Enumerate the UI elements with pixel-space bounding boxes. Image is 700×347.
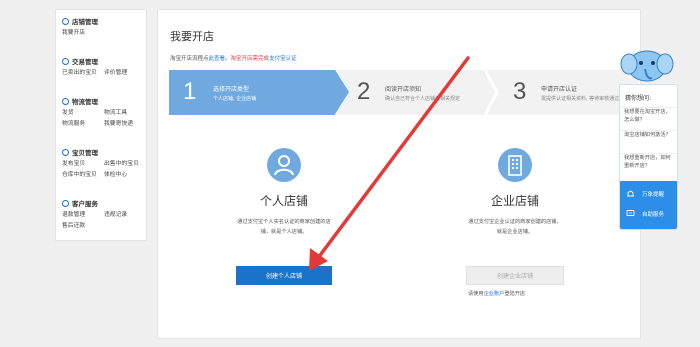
personal-shop-title: 个人店铺 xyxy=(259,194,308,208)
sidebar-link-violations[interactable]: 违规记录 xyxy=(104,209,146,218)
step-number: 3 xyxy=(513,78,527,105)
step-desc: 需提供认证相关资料, 等待审核通过 xyxy=(541,96,620,102)
sidebar-link-send-express[interactable]: 我要寄快递 xyxy=(104,118,146,127)
bell-icon xyxy=(627,190,634,197)
sidebar-group-shop: 店铺管理 我要开店 xyxy=(62,16,104,37)
step-1-active: 1 选择开店类型 个人店铺, 企业店铺 xyxy=(169,70,349,115)
sidebar-link-reviews[interactable]: 评价管理 xyxy=(104,67,146,76)
sidebar-group-items: 宝贝管理 发布宝贝 出售中的宝贝 仓库中的宝贝 体检中心 xyxy=(62,147,146,179)
faq-item[interactable]: 淘宝店铺如何激活？ xyxy=(620,130,677,139)
sidebar-group-logistics: 物流管理 发货 物流工具 物流服务 我要寄快递 xyxy=(62,96,146,128)
help-footer: 万象提醒 自助服务 xyxy=(620,181,677,229)
step-title: 阅读开店须知 xyxy=(385,86,422,93)
personal-shop-desc: 通过支付宝个人实名认证的商家创建的店铺，就是个人店铺。 xyxy=(237,219,331,235)
sidebar-group-title: 物流管理 xyxy=(72,98,98,106)
sidebar-link-ship[interactable]: 发货 xyxy=(62,107,104,116)
enterprise-shop-desc: 通过支付宝企业认证的商家创建的店铺，就是企业店铺。 xyxy=(468,219,562,235)
sidebar-link-publish-item[interactable]: 发布宝贝 xyxy=(62,158,104,167)
page-title: 我要开店 xyxy=(170,30,214,43)
notice-prefix: 淘宝开店流程点 xyxy=(170,56,209,62)
step-3: 3 申请开店认证 需提供认证相关资料, 等待审核通过 xyxy=(491,70,639,115)
self-service-button[interactable]: 自助服务 xyxy=(626,209,664,218)
step-title: 申请开店认证 xyxy=(541,86,578,93)
sidebar-nav: 店铺管理 我要开店 交易管理 已卖出的宝贝 评价管理 物流管理 发货 物流工具 物流… xyxy=(55,9,147,241)
reminder-label: 万象提醒 xyxy=(642,191,665,198)
sidebar-link-open-shop[interactable]: 我要开店 xyxy=(62,27,104,36)
enterprise-shop-card: 企业店铺 通过支付宝企业认证的商家创建的店铺，就是企业店铺。 xyxy=(465,148,565,237)
reminder-button[interactable]: 万象提醒 xyxy=(626,189,664,198)
enterprise-login-hint: 请使用企业账户登陆开店 xyxy=(468,290,525,297)
user-icon xyxy=(267,148,301,182)
faq-item[interactable]: 我想重新开店，如何重新开店？ xyxy=(620,153,677,170)
elephant-mascot-icon xyxy=(620,50,674,82)
self-service-label: 自助服务 xyxy=(642,211,665,218)
sidebar-group-title: 宝贝管理 xyxy=(72,149,98,157)
sidebar-link-checkup[interactable]: 体检中心 xyxy=(104,169,146,178)
step-title: 选择开店类型 xyxy=(213,86,250,93)
customer-service-icon xyxy=(62,199,69,207)
sidebar-link-warehouse[interactable]: 仓库中的宝贝 xyxy=(62,169,104,178)
help-heading: 猜你想问: xyxy=(625,95,652,102)
step-bar: 2 阅读开店须知 确认自己符合个人店铺的相关规定 3 申请开店认证 需提供认证相… xyxy=(169,70,639,115)
enterprise-account-link[interactable]: 企业账户 xyxy=(484,291,505,297)
truck-icon xyxy=(62,97,69,105)
sidebar-group-title: 交易管理 xyxy=(72,58,98,66)
hint-suffix: 登陆开店 xyxy=(504,291,526,297)
step-separator xyxy=(485,70,499,115)
notice-warning: 淘宝开店需完成 xyxy=(230,56,270,62)
sidebar-link-sold-items[interactable]: 已卖出的宝贝 xyxy=(62,67,104,76)
step-number: 2 xyxy=(357,78,371,105)
step-desc: 确认自己符合个人店铺的相关规定 xyxy=(385,96,461,102)
step-desc: 个人店铺, 企业店铺 xyxy=(213,96,257,102)
faq-item[interactable]: 我想要在淘宝开店，怎么做？ xyxy=(620,107,677,124)
enterprise-shop-title: 企业店铺 xyxy=(490,194,539,208)
sidebar-group-title: 店铺管理 xyxy=(72,18,98,26)
sidebar-link-on-sale[interactable]: 出售中的宝贝 xyxy=(104,158,146,167)
create-enterprise-shop-button: 创建企业店铺 xyxy=(466,266,564,285)
process-link[interactable]: 此查看 xyxy=(209,56,226,62)
sidebar-link-after-sale[interactable]: 售后还款 xyxy=(62,220,104,229)
alipay-auth-link[interactable]: 支付宝认证 xyxy=(269,56,297,62)
item-icon xyxy=(62,148,69,156)
sidebar-link-logistics-service[interactable]: 物流服务 xyxy=(62,118,104,127)
main-panel: 我要开店 淘宝开店流程点此查看。淘宝开店需完成支付宝认证 2 阅读开店须知 确认… xyxy=(157,9,641,339)
hint-prefix: 请使用 xyxy=(468,291,484,297)
shop-icon xyxy=(62,17,69,25)
notice-text: 淘宝开店流程点此查看。淘宝开店需完成支付宝认证 xyxy=(170,54,297,62)
personal-shop-card: 个人店铺 通过支付宝个人实名认证的商家创建的店铺，就是个人店铺。 xyxy=(236,148,332,237)
create-personal-shop-button[interactable]: 创建个人店铺 xyxy=(236,266,332,285)
building-icon xyxy=(498,148,532,182)
step-number: 1 xyxy=(183,78,197,105)
sidebar-group-title: 客户服务 xyxy=(72,200,98,208)
sidebar-link-logistics-tools[interactable]: 物流工具 xyxy=(104,107,146,116)
chat-icon xyxy=(626,210,635,216)
help-widget: 猜你想问: 我想要在淘宝开店，怎么做？ 淘宝店铺如何激活？ 我想重新开店，如何重… xyxy=(619,84,678,230)
trade-icon xyxy=(62,57,69,65)
sidebar-group-trade: 交易管理 已卖出的宝贝 评价管理 xyxy=(62,56,146,77)
sidebar-link-refunds[interactable]: 退款管理 xyxy=(62,209,104,218)
sidebar-group-service: 客户服务 退款管理 违规记录 售后还款 xyxy=(62,198,146,230)
step-2: 2 阅读开店须知 确认自己符合个人店铺的相关规定 xyxy=(335,70,491,115)
